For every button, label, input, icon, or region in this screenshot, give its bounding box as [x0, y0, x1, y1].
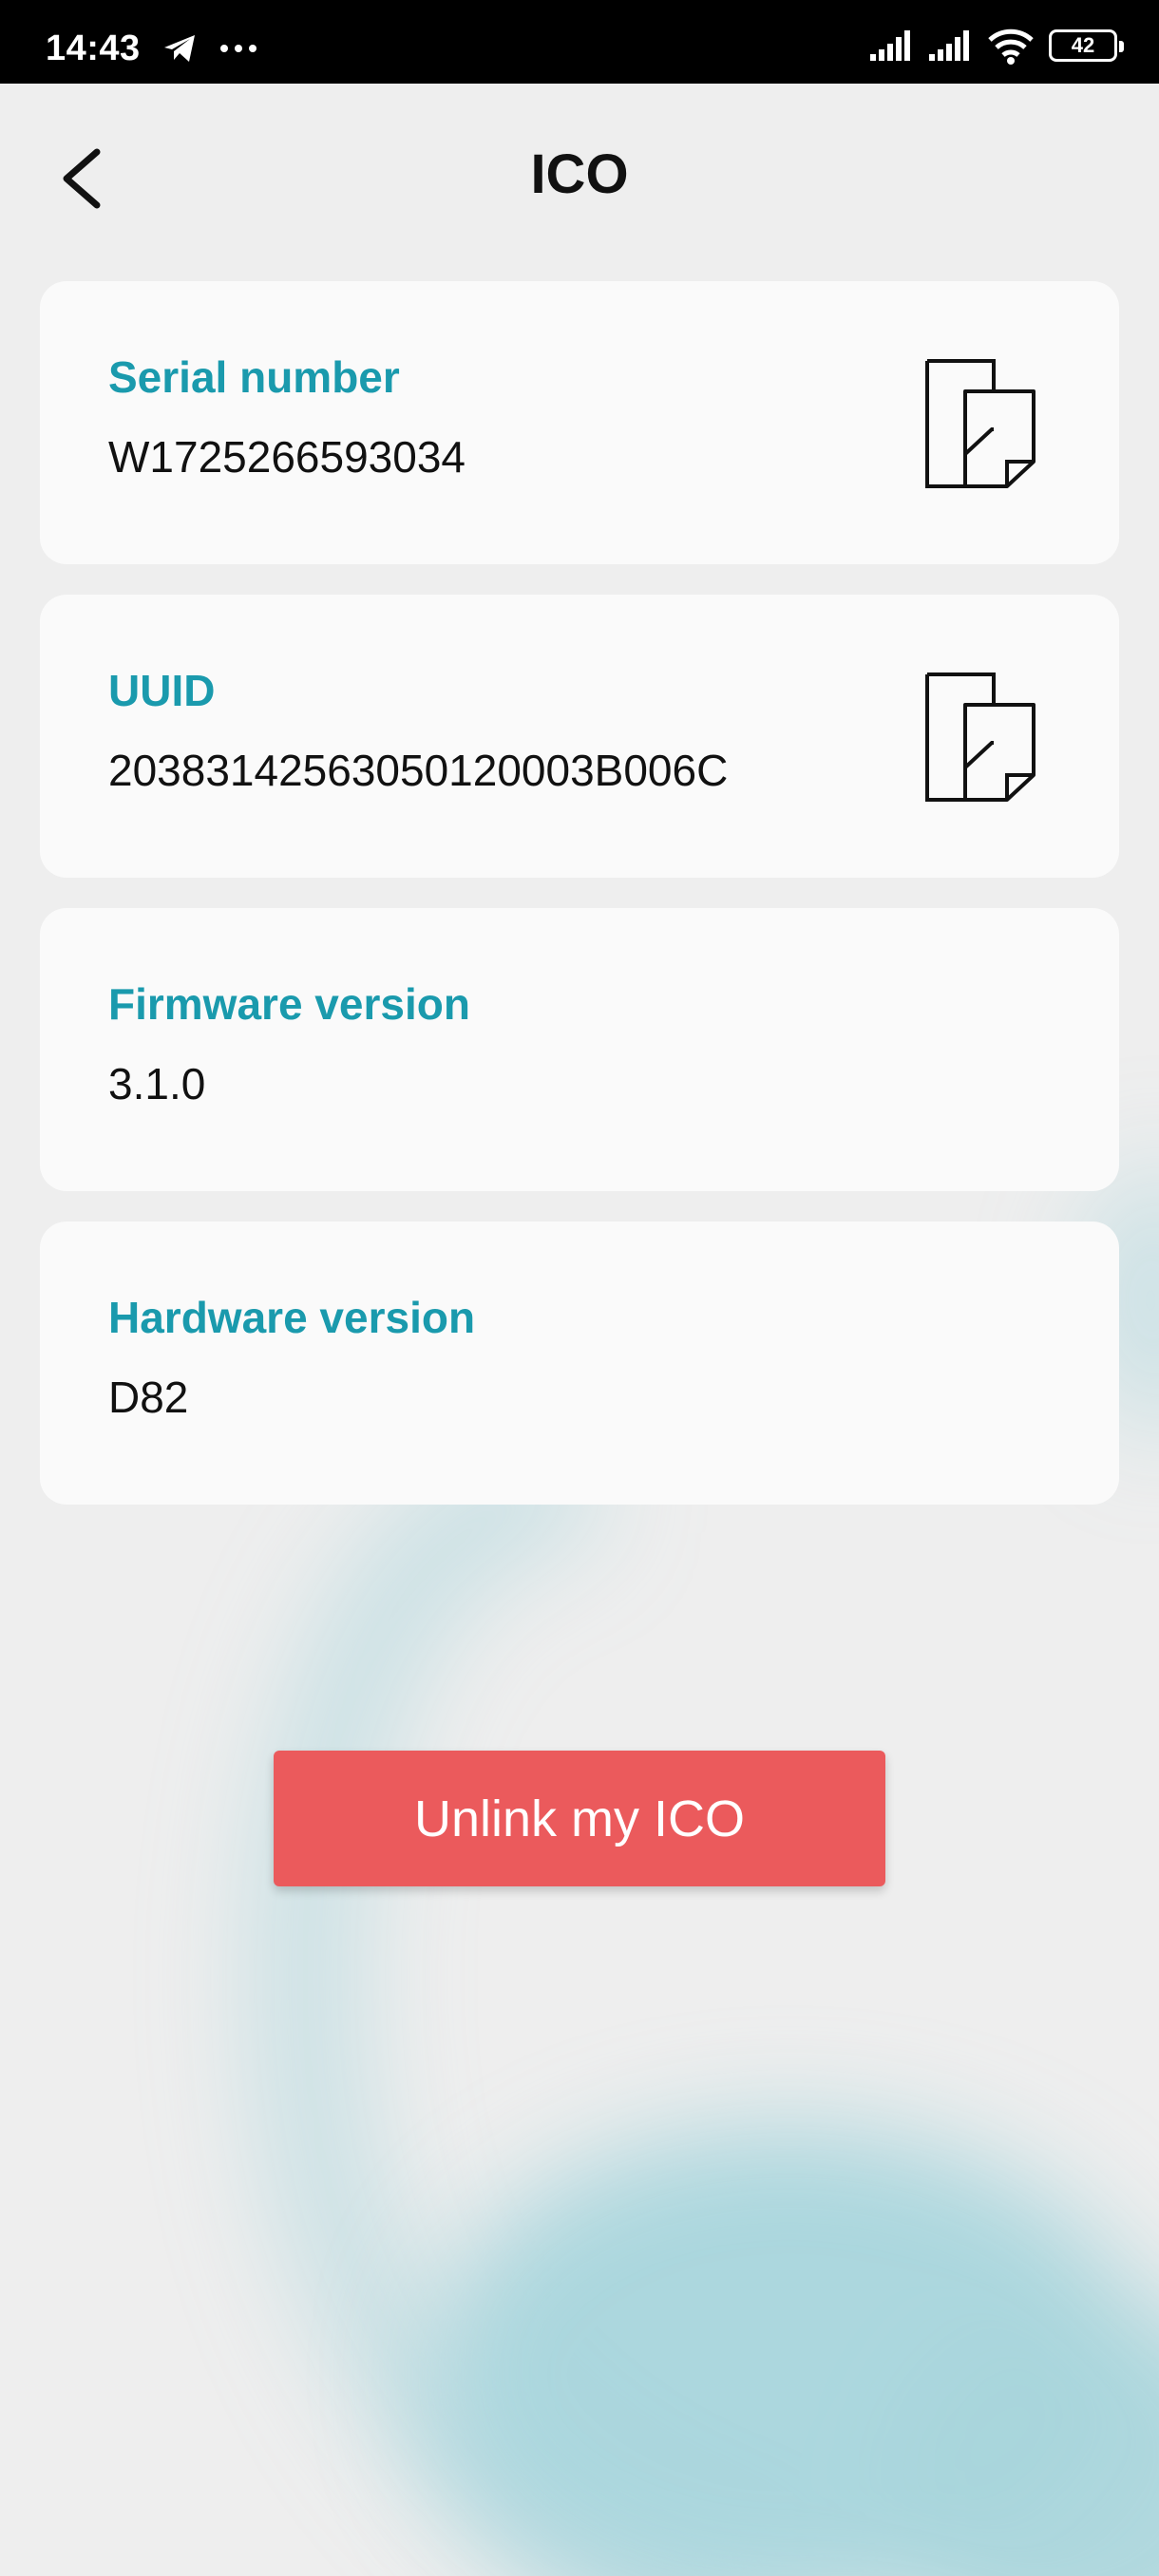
unlink-ico-button[interactable]: Unlink my ICO [274, 1751, 885, 1886]
serial-number-value: W1725266593034 [108, 432, 466, 482]
app-header: ICO [0, 84, 1159, 264]
uuid-card: UUID 20383142563050120003B006C [40, 595, 1119, 878]
page-title: ICO [530, 143, 629, 205]
hardware-version-label: Hardware version [108, 1293, 476, 1342]
uuid-label: UUID [108, 666, 216, 715]
hardware-version-value: D82 [108, 1373, 189, 1422]
telegram-icon [164, 35, 195, 62]
copy-icon [925, 359, 1036, 488]
status-bar: 14:43 42 [0, 0, 1159, 84]
signal-icon [870, 30, 910, 61]
firmware-version-card: Firmware version 3.1.0 [40, 908, 1119, 1191]
status-time: 14:43 [46, 28, 141, 68]
more-dots-icon [220, 45, 256, 52]
copy-icon [925, 672, 1036, 802]
battery-level: 42 [1071, 33, 1095, 57]
uuid-value: 20383142563050120003B006C [108, 746, 729, 795]
serial-number-label: Serial number [108, 352, 400, 402]
signal-icon [929, 30, 969, 61]
serial-number-card: Serial number W1725266593034 [40, 281, 1119, 564]
copy-serial-button[interactable] [922, 355, 1039, 492]
firmware-version-label: Firmware version [108, 979, 470, 1029]
hardware-version-card: Hardware version D82 [40, 1222, 1119, 1505]
battery-icon: 42 [1049, 29, 1124, 62]
wifi-icon [988, 28, 1034, 65]
copy-uuid-button[interactable] [922, 669, 1039, 805]
firmware-version-value: 3.1.0 [108, 1059, 206, 1108]
